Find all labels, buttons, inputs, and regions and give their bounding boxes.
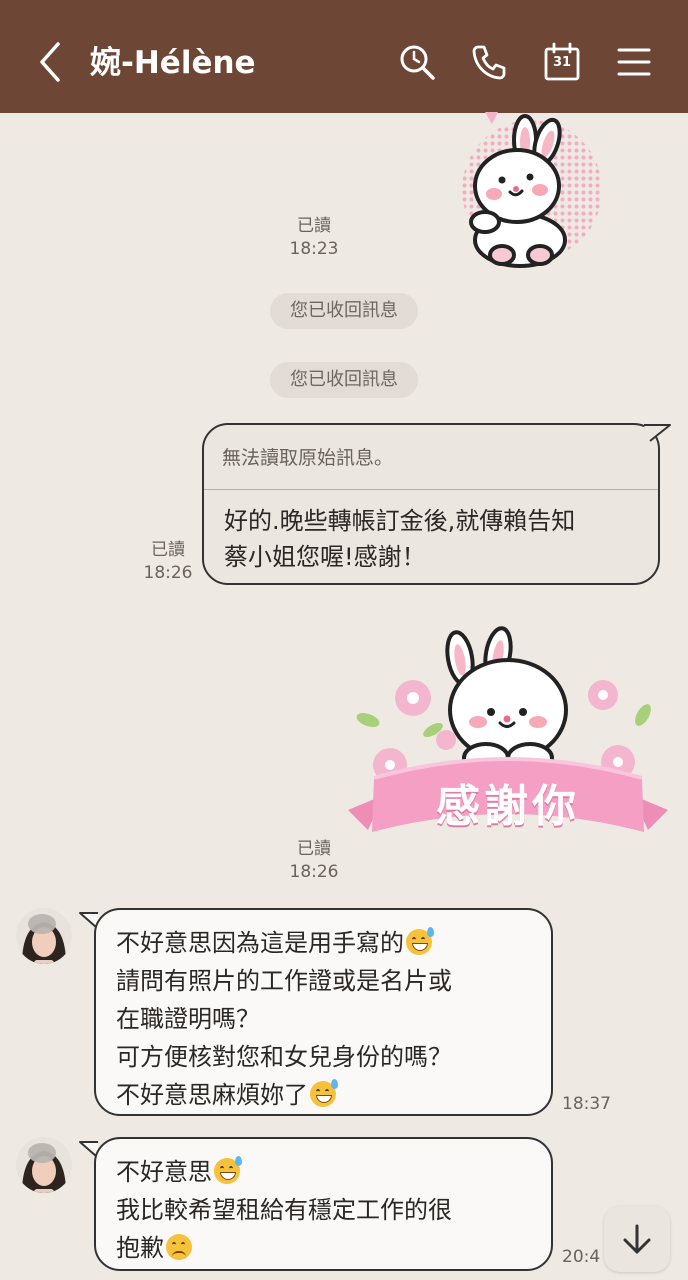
message-time: 20:4: [562, 1247, 601, 1267]
search-button[interactable]: [396, 41, 438, 83]
quote-divider: [204, 489, 658, 490]
message-time: 18:26: [143, 563, 193, 583]
menu-icon: [617, 48, 651, 76]
grin-sweat-emoji: [214, 1156, 242, 1184]
sticker-caption: 感謝你: [436, 781, 580, 832]
calendar-day: 31: [552, 55, 572, 70]
message-line: 我比較希望租給有穩定工作的很: [116, 1196, 452, 1224]
bunny-sticker-1[interactable]: [440, 112, 620, 272]
chevron-left-icon: [40, 42, 60, 82]
sticker1-read-status: 已讀 18:23: [279, 215, 349, 261]
read-label: 已讀: [151, 540, 185, 560]
message-line: 不好意思因為這是用手寫的: [116, 924, 533, 962]
message-line: 不好意思: [116, 1153, 533, 1191]
sticker2-read-status: 已讀 18:26: [279, 838, 349, 884]
contact-avatar[interactable]: [16, 1137, 72, 1193]
sent-reply-bubble[interactable]: 無法讀取原始訊息。 好的.晚些轉帳訂金後,就傳賴告知 蔡小姐您喔!感謝！: [202, 423, 660, 585]
quote-read-status: 已讀 18:26: [133, 539, 203, 585]
message-time: 18:26: [289, 862, 339, 882]
bubble-tail: [644, 424, 671, 443]
bunny-sticker-icon: [462, 112, 602, 268]
back-button[interactable]: [34, 40, 68, 84]
message-line: 抱歉: [116, 1229, 533, 1267]
disappointed-emoji: [166, 1234, 192, 1260]
message-line: 在職證明嗎？: [116, 1005, 260, 1033]
chat-title: 婉-Hélène: [90, 45, 256, 81]
message-time: 18:37: [562, 1094, 611, 1114]
quoted-original-text: 無法讀取原始訊息。: [222, 447, 394, 469]
arrow-down-icon: [623, 1224, 651, 1254]
call-button[interactable]: [468, 41, 510, 83]
contact-avatar[interactable]: [16, 908, 72, 964]
read-label: 已讀: [297, 839, 331, 859]
reply-text: 好的.晚些轉帳訂金後,就傳賴告知 蔡小姐您喔!感謝！: [224, 503, 644, 575]
message-line: 請問有照片的工作證或是名片或: [116, 967, 452, 995]
thank-you-sticker[interactable]: 感謝你: [348, 620, 668, 882]
reply-line: 好的.晚些轉帳訂金後,就傳賴告知: [224, 507, 576, 535]
grin-sweat-emoji: [310, 1079, 338, 1107]
unsent-notice-1: 您已收回訊息: [270, 293, 418, 329]
phone-icon: [472, 45, 506, 80]
grin-sweat-emoji: [406, 927, 434, 955]
menu-button[interactable]: [613, 41, 655, 83]
calendar-button[interactable]: 31: [541, 41, 583, 83]
read-label: 已讀: [297, 216, 331, 236]
search-icon: [400, 45, 435, 80]
message-line: 可方便核對您和女兒身份的嗎？: [116, 1043, 452, 1071]
received-message-1[interactable]: 不好意思因為這是用手寫的 請問有照片的工作證或是名片或 在職證明嗎？ 可方便核對…: [94, 908, 553, 1116]
chat-header: 婉-Hélène 31: [0, 0, 688, 113]
message-time: 18:23: [289, 239, 339, 259]
reply-line: 蔡小姐您喔!感謝！: [224, 543, 426, 571]
thank-you-sticker-icon: [348, 626, 668, 852]
avatar-photo: [16, 908, 72, 964]
avatar-photo: [16, 1137, 72, 1193]
scroll-to-bottom-button[interactable]: [604, 1206, 670, 1272]
message-line: 不好意思麻煩妳了: [116, 1076, 533, 1114]
received-message-2[interactable]: 不好意思 我比較希望租給有穩定工作的很 抱歉: [94, 1137, 553, 1271]
unsent-notice-2: 您已收回訊息: [270, 362, 418, 398]
